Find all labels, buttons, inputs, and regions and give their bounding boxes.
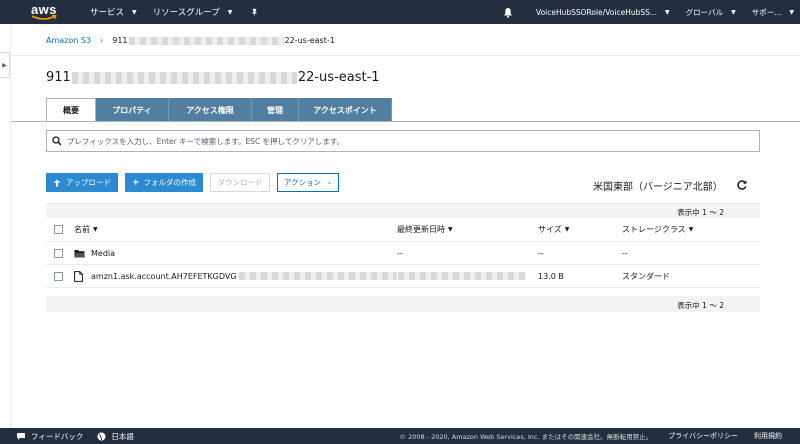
- upload-icon: [53, 179, 61, 186]
- chevron-down-icon: ▼: [665, 8, 670, 16]
- tab-overview[interactable]: 概要: [46, 98, 96, 122]
- bucket-region: 米国東部（バージニア北部）: [593, 182, 723, 193]
- support-menu[interactable]: サポー... ▼: [744, 0, 800, 24]
- download-button[interactable]: ダウンロード: [210, 173, 270, 192]
- redacted-text: [398, 272, 526, 280]
- chevron-down-icon: ⌄: [327, 179, 333, 186]
- column-header-name[interactable]: 名前 ▼: [74, 218, 98, 241]
- language-selector[interactable]: 日本語: [97, 431, 134, 442]
- pager-text: 表示中 1 〜 2: [677, 208, 724, 217]
- table-header: 名前 ▼ 最終更新日時 ▼ サイズ ▼ ストレージクラス ▼: [46, 218, 760, 242]
- breadcrumb-separator-icon: ›: [100, 36, 104, 45]
- plus-icon: +: [131, 177, 140, 188]
- column-header-size[interactable]: サイズ ▼: [538, 218, 569, 241]
- redacted-text: [71, 71, 297, 84]
- terms-link[interactable]: 利用規約: [754, 431, 782, 441]
- chevron-down-icon: ▼: [227, 8, 233, 16]
- tab-access-points[interactable]: アクセスポイント: [299, 98, 392, 122]
- search-icon: [47, 136, 67, 146]
- actions-dropdown[interactable]: アクション ⌄: [277, 173, 339, 192]
- storage-class-value: スタンダード: [622, 271, 670, 281]
- prefix-search-box: [46, 130, 760, 152]
- tab-properties[interactable]: プロパティ: [96, 98, 169, 122]
- table-row[interactable]: Media -- -- --: [46, 242, 760, 265]
- sort-down-icon: ▼: [688, 226, 694, 233]
- size-value: 13.0 B: [538, 271, 564, 281]
- select-all-checkbox[interactable]: [54, 225, 63, 234]
- create-folder-button[interactable]: + フォルダの作成: [125, 173, 203, 192]
- copyright-text: © 2008 - 2020, Amazon Web Services, Inc.…: [399, 433, 653, 441]
- sidebar-toggle-button[interactable]: ▶: [0, 52, 10, 78]
- chevron-right-icon: ▶: [2, 61, 7, 69]
- sort-down-icon: ▼: [93, 226, 98, 233]
- page-title: 911 22-us-east-1: [46, 70, 380, 85]
- redacted-text: [238, 272, 397, 280]
- chevron-down-icon: ▼: [731, 8, 736, 16]
- size-value: --: [538, 248, 544, 258]
- chevron-down-icon: ▼: [789, 8, 794, 16]
- breadcrumb-bucket-prefix: 911: [112, 36, 128, 45]
- chevron-down-icon: ▼: [132, 8, 137, 16]
- breadcrumb: Amazon S3 › 911 22-us-east-1: [46, 36, 335, 45]
- table-row[interactable]: amzn1.ask.account.AH7EFETKGDVG 13.0 B スタ…: [46, 265, 760, 288]
- folder-icon: [74, 242, 85, 264]
- aws-logo[interactable]: aws: [18, 0, 70, 24]
- file-icon: [74, 265, 83, 287]
- tab-underline: [11, 121, 800, 122]
- sort-down-icon: ▼: [564, 226, 570, 233]
- speech-bubble-icon: [17, 432, 25, 440]
- footer: フィードバック 日本語 © 2008 - 2020, Amazon Web Se…: [0, 428, 800, 444]
- column-header-modified[interactable]: 最終更新日時 ▼: [397, 218, 453, 241]
- resource-groups-menu[interactable]: リソースグループ ▼: [145, 0, 241, 24]
- account-menu[interactable]: VoiceHubSSORole/VoiceHubSS... ▼: [528, 0, 678, 24]
- row-checkbox[interactable]: [54, 271, 63, 281]
- breadcrumb-s3-link[interactable]: Amazon S3: [46, 36, 91, 45]
- table-pager-top: 表示中 1 〜 2: [46, 203, 760, 218]
- redacted-text: [128, 36, 284, 45]
- divider: [11, 55, 800, 56]
- object-name-link[interactable]: amzn1.ask.account.AH7EFETKGDVG: [91, 265, 398, 287]
- tab-management[interactable]: 管理: [252, 98, 299, 122]
- modified-value: [397, 265, 527, 287]
- tab-permissions[interactable]: アクセス権限: [169, 98, 252, 122]
- pager-text: 表示中 1 〜 2: [677, 301, 724, 310]
- column-header-storage-class[interactable]: ストレージクラス ▼: [622, 218, 693, 241]
- breadcrumb-bucket-suffix: 22-us-east-1: [284, 36, 335, 45]
- refresh-icon[interactable]: [736, 179, 748, 191]
- pin-icon[interactable]: [240, 0, 269, 24]
- privacy-policy-link[interactable]: プライバシーポリシー: [668, 431, 738, 441]
- bucket-tabs: 概要 プロパティ アクセス権限 管理 アクセスポイント: [46, 98, 392, 122]
- globe-icon: [97, 432, 106, 440]
- storage-class-value: --: [622, 248, 628, 258]
- top-nav: aws サービス ▼ リソースグループ ▼ VoiceHubSSORole/Vo…: [0, 0, 800, 24]
- services-menu[interactable]: サービス ▼: [82, 0, 145, 24]
- modified-value: --: [397, 248, 403, 258]
- bell-icon[interactable]: [502, 0, 514, 24]
- feedback-link[interactable]: フィードバック: [16, 431, 83, 442]
- object-name-link[interactable]: Media: [91, 242, 115, 264]
- region-menu[interactable]: グローバル ▼: [678, 0, 744, 24]
- table-pager-bottom: 表示中 1 〜 2: [46, 296, 760, 312]
- row-checkbox[interactable]: [54, 248, 63, 258]
- sort-down-icon: ▼: [448, 226, 453, 233]
- aws-smile-icon: [31, 14, 57, 20]
- prefix-search-input[interactable]: [67, 136, 759, 146]
- upload-button[interactable]: アップロード: [46, 173, 118, 192]
- sidebar-divider: [10, 24, 11, 428]
